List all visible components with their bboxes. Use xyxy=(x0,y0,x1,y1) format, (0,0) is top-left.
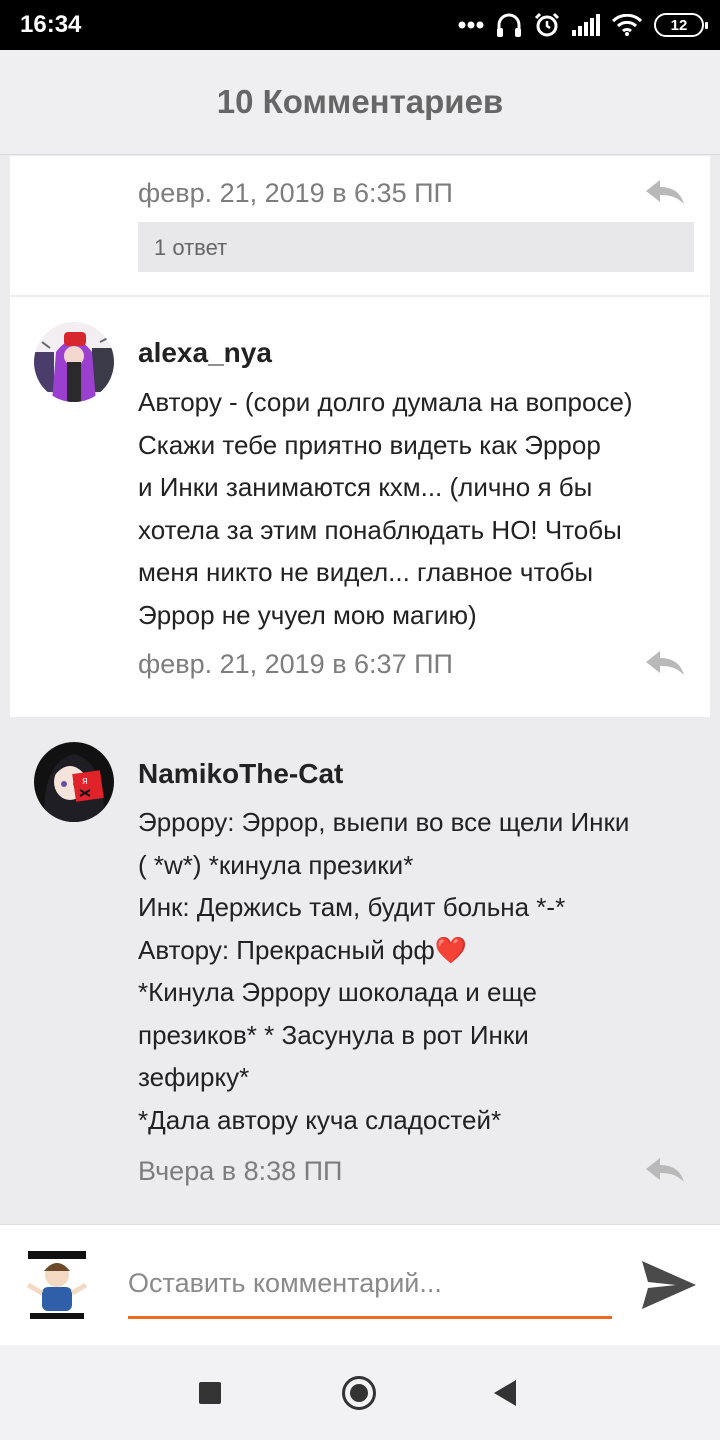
comment-timestamp: февр. 21, 2019 в 6:35 ПП xyxy=(138,178,453,208)
comment-line: Скажи тебе приятно видеть как Эррор xyxy=(138,429,601,460)
comment-username[interactable]: NamikoThe-Cat xyxy=(138,758,343,790)
reply-icon[interactable] xyxy=(642,649,686,679)
comment-line: зефирку* xyxy=(138,1062,250,1092)
comment-input[interactable] xyxy=(128,1259,612,1319)
comment-line: и Инки занимаются кхм... (лично я бы xyxy=(138,472,593,502)
reply-icon[interactable] xyxy=(642,178,686,208)
reply-icon[interactable] xyxy=(642,1156,686,1186)
comment-line: Инк: Держись там, будит больна *-* xyxy=(138,892,566,922)
more-dots-icon xyxy=(458,21,484,29)
comment-line: *Кинула Эррору шоколада и еще xyxy=(138,977,538,1007)
user-avatar[interactable] xyxy=(22,1247,92,1323)
comment-line: презиков* * Засунула в рот Инки xyxy=(138,1019,529,1050)
signal-icon xyxy=(572,14,600,36)
comment-line: меня никто не видел... главное чтобы xyxy=(138,557,594,587)
status-time: 16:34 xyxy=(20,11,82,38)
status-bar: 16:34 12 xyxy=(0,0,720,50)
status-icons: 12 xyxy=(458,10,708,40)
home-icon[interactable] xyxy=(342,1376,376,1410)
send-icon[interactable] xyxy=(640,1259,698,1311)
comment-body: Автору - (сори долго думала на вопросе) … xyxy=(138,381,698,636)
system-nav-bar xyxy=(0,1345,720,1440)
replies-button[interactable]: 1 ответ xyxy=(138,222,694,272)
comment-line: Автору: Прекрасный фф❤️ xyxy=(138,934,468,965)
wifi-icon xyxy=(612,14,642,36)
comment-timestamp: февр. 21, 2019 в 6:37 ПП xyxy=(138,649,453,679)
comment-timestamp: Вчера в 8:38 ПП xyxy=(138,1156,343,1186)
recent-apps-icon[interactable] xyxy=(199,1382,221,1404)
comment-line: ( *w*) *кинула презики* xyxy=(138,849,414,880)
battery-level: 12 xyxy=(670,16,688,34)
comment-username[interactable]: alexa_nya xyxy=(138,337,272,369)
battery-icon: 12 xyxy=(654,13,708,37)
alarm-icon xyxy=(534,12,560,37)
comment-input-bar xyxy=(0,1224,720,1345)
avatar[interactable] xyxy=(34,322,114,402)
reply-count: 1 ответ xyxy=(154,235,228,260)
back-icon[interactable] xyxy=(494,1380,516,1406)
comment-line: Эррор не учуел мою магию) xyxy=(138,599,477,630)
comment-line: хотела за этим понаблюдать НО! Чтобы xyxy=(138,514,622,545)
comment-line: Автору - (сори долго думала на вопросе) xyxy=(138,387,633,417)
comment-card: февр. 21, 2019 в 6:35 ПП 1 ответ xyxy=(10,156,710,296)
header: 10 Комментариев xyxy=(0,50,720,155)
avatar[interactable]: Я xyxy=(34,742,114,822)
svg-text:Я: Я xyxy=(82,777,88,786)
page-title: 10 Комментариев xyxy=(216,83,504,120)
comment-card: Я NamikoThe-Cat Эррору: Эррор, выепи во … xyxy=(10,718,710,1223)
comment-body: Эррору: Эррор, выепи во все щели Инки ( … xyxy=(138,801,698,1141)
comment-line: Эррору: Эррор, выепи во все щели Инки xyxy=(138,807,630,837)
comment-line: *Дала автору куча сладостей* xyxy=(138,1104,502,1135)
comment-card: alexa_nya Автору - (сори долго думала на… xyxy=(10,297,710,717)
headphones-icon xyxy=(497,13,521,37)
